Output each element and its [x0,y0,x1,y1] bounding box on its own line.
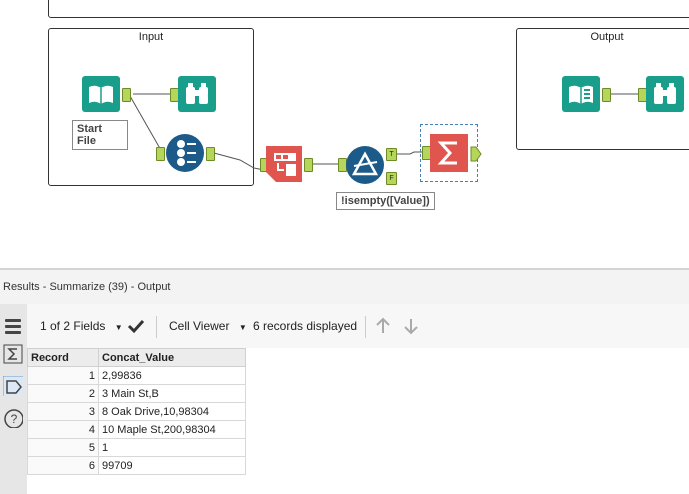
summarize-output-anchor[interactable] [470,146,482,162]
filter-tool[interactable] [346,146,384,184]
filter-true-anchor[interactable]: T [386,148,397,161]
results-table: Record Concat_Value 1 2,99836 2 3 Main S… [27,348,246,475]
arrow-up-icon[interactable] [375,317,391,335]
value-cell[interactable]: 3 Main St,B [98,384,246,403]
record-cell: 6 [27,456,99,475]
table-row[interactable]: 2 3 Main St,B [27,384,246,403]
value-cell[interactable]: 10 Maple St,200,98304 [98,420,246,439]
records-displayed-text: 6 records displayed [253,319,358,333]
table-row[interactable]: 3 8 Oak Drive,10,98304 [27,402,246,421]
book-output-icon [562,76,600,112]
column-header-concat-value[interactable]: Concat_Value [98,348,246,367]
filter-triangle-icon [346,146,384,184]
output-tool-anchor[interactable] [602,88,611,102]
value-cell[interactable]: 8 Oak Drive,10,98304 [98,402,246,421]
text-to-columns-icon [266,146,302,182]
table-header-row: Record Concat_Value [27,348,246,367]
output-browse-tool[interactable] [646,76,684,112]
input-data-tool[interactable] [82,76,120,112]
filter-false-anchor[interactable]: F [386,172,397,185]
apply-checkmark-icon[interactable] [127,318,145,334]
record-cell: 3 [27,402,99,421]
results-sidebar: ? [0,304,28,494]
filter-expression-annotation: !isempty([Value]) [336,192,435,210]
results-title: Results - Summarize (39) - Output [0,268,689,304]
browse-tool[interactable] [178,76,216,112]
recordid-output-anchor[interactable] [206,147,215,161]
table-view-icon[interactable] [3,316,23,336]
column-header-record[interactable]: Record [27,348,99,367]
arrow-down-icon[interactable] [403,317,419,335]
toolbar-separator-2 [365,316,366,338]
viewer-dropdown-icon: ▼ [238,323,247,332]
value-cell[interactable]: 99709 [98,456,246,475]
sigma-view-icon[interactable] [3,344,23,364]
book-icon [82,76,120,112]
table-row[interactable]: 5 1 [27,438,246,457]
record-cell: 4 [27,420,99,439]
results-toolbar: 1 of 2 Fields ▼ Cell Viewer ▼ 6 records … [27,304,689,348]
table-row[interactable]: 4 10 Maple St,200,98304 [27,420,246,439]
fields-label: 1 of 2 Fields [40,319,106,333]
results-grid-area: Record Concat_Value 1 2,99836 2 3 Main S… [27,348,689,494]
value-cell[interactable]: 1 [98,438,246,457]
cell-viewer-selector[interactable]: Cell Viewer ▼ [169,304,247,348]
binoculars-icon [178,76,216,112]
sigma-icon [430,134,468,172]
output-data-tool[interactable] [562,76,600,112]
record-cell: 5 [27,438,99,457]
recordid-input-anchor[interactable] [156,147,165,161]
cell-viewer-label: Cell Viewer [169,319,230,333]
results-pane: Results - Summarize (39) - Output ? 1 of… [0,268,689,494]
svg-text:?: ? [11,412,18,426]
numbered-list-icon [166,134,204,172]
toolbar-separator-1 [156,316,157,338]
text-to-columns-output-anchor[interactable] [304,158,313,172]
help-icon[interactable]: ? [3,408,23,428]
text-to-columns-tool[interactable] [266,146,302,182]
table-row[interactable]: 1 2,99836 [27,366,246,385]
table-row[interactable]: 6 99709 [27,456,246,475]
start-file-annotation: Start File [72,120,128,150]
tag-view-icon[interactable] [3,376,23,396]
binoculars-output-icon [646,76,684,112]
record-id-tool[interactable] [166,134,204,172]
input-output-anchor[interactable] [122,88,131,102]
summarize-tool[interactable] [430,134,468,172]
fields-selector[interactable]: 1 of 2 Fields ▼ [40,304,123,348]
value-cell[interactable]: 2,99836 [98,366,246,385]
workflow-canvas[interactable]: Input Output Start File T F !isempty([Va… [0,0,689,268]
record-cell: 1 [27,366,99,385]
record-cell: 2 [27,384,99,403]
fields-dropdown-icon: ▼ [114,323,123,332]
